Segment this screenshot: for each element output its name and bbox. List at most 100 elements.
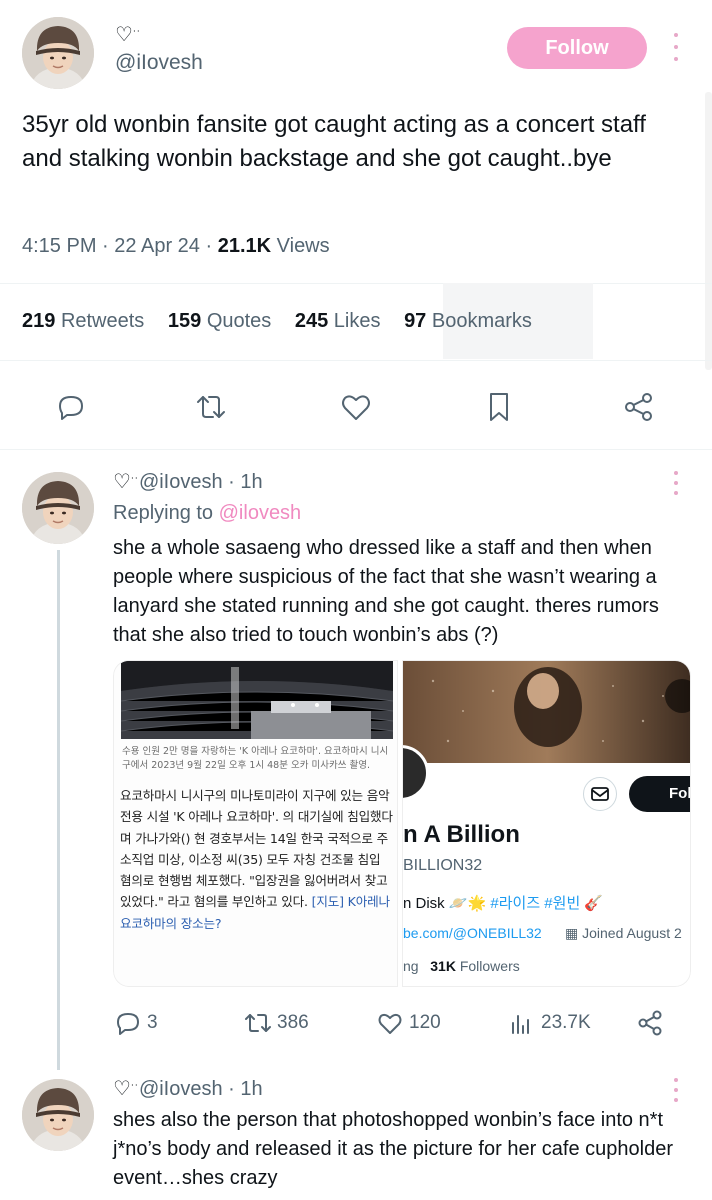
calendar-icon: ▦ (565, 925, 579, 941)
retweets-count: 219 (22, 310, 56, 332)
share-icon[interactable] (620, 388, 658, 426)
tweet-date[interactable]: 22 Apr 24 (114, 235, 200, 257)
tweet-actions (0, 380, 712, 432)
reply-icon[interactable] (52, 388, 90, 426)
views-icon (512, 1015, 529, 1034)
replying-handle-link[interactable]: @ilovesh (219, 502, 302, 524)
likes-label: Likes (333, 310, 381, 332)
profile-banner (403, 661, 690, 763)
reply-button[interactable]: 3 (113, 1004, 158, 1042)
like-count: 120 (409, 1012, 441, 1033)
retweet-button[interactable]: 386 (243, 1004, 309, 1042)
reply-avatar[interactable] (22, 1079, 94, 1151)
media-gallery: 수용 인원 2만 명을 자랑하는 'K 아레나 요코하마'. 요코하마시 니시구… (113, 660, 691, 987)
reply-icon (117, 1013, 139, 1035)
like-button[interactable]: 120 (375, 1004, 441, 1042)
message-icon[interactable] (583, 777, 617, 811)
bio-emojis: 🪐🌟 (448, 895, 487, 912)
retweet-count: 386 (277, 1012, 309, 1033)
profile-follow-button[interactable]: Fol (629, 776, 690, 812)
tweet-time[interactable]: 4:15 PM (22, 235, 96, 257)
user-info: ♡˙˙ @iIovesh (115, 24, 203, 76)
news-screenshot[interactable]: 수용 인원 2만 명을 자랑하는 'K 아레나 요코하마'. 요코하마시 니시구… (113, 660, 398, 987)
bio-guitar-emoji: 🎸 (584, 895, 604, 912)
meta-separator: · (205, 235, 213, 257)
heart-glyph: ♡ (115, 24, 133, 46)
stat-bookmarks[interactable]: 97 Bookmarks (404, 307, 532, 335)
name-dots: ˙˙ (132, 28, 141, 42)
reply-text: she a whole sasaeng who dressed like a s… (113, 537, 659, 646)
camera-icon[interactable] (665, 679, 690, 713)
stat-quotes[interactable]: 159 Quotes (168, 307, 271, 335)
main-tweet: ♡˙˙ @iIovesh Follow 35yr old wonbin fans… (0, 0, 712, 450)
retweet-icon[interactable] (192, 388, 230, 426)
profile-bio: n Disk 🪐🌟 #라이즈 #원빈 🎸 (403, 892, 603, 913)
bio-text: n Disk (403, 895, 445, 912)
stat-retweets[interactable]: 219 Retweets (22, 307, 144, 335)
bookmarks-label: Bookmarks (431, 310, 532, 332)
reply-age[interactable]: 1h (240, 471, 262, 493)
views-count: 21.1K (217, 235, 272, 257)
profile-handle: BILLION32 (403, 857, 483, 874)
heart-glyph: ♡ (113, 1078, 131, 1100)
like-icon (378, 1013, 402, 1034)
views-count: 23.7K (541, 1012, 591, 1033)
avatar[interactable] (22, 17, 94, 89)
followers-count: 31K (430, 958, 456, 974)
joined-text: Joined August 2 (582, 925, 682, 941)
more-options-icon[interactable] (669, 1078, 683, 1102)
divider (0, 360, 712, 361)
display-name[interactable]: ♡˙˙ (115, 24, 203, 48)
reply-age[interactable]: 1h (240, 1078, 262, 1100)
user-handle[interactable]: @iIovesh (115, 50, 203, 76)
heart-glyph: ♡ (113, 471, 131, 493)
bookmarks-count: 97 (404, 310, 427, 332)
meta-separator: · (228, 1078, 235, 1100)
quotes-label: Quotes (206, 310, 272, 332)
avatar-image (22, 1079, 94, 1151)
share-icon (638, 1010, 662, 1036)
reply-handle[interactable]: @iIovesh (139, 1078, 223, 1100)
name-dots: ˙˙ (130, 475, 139, 489)
profile-screenshot[interactable]: Fol n A Billion BILLION32 n Disk 🪐🌟 #라이즈… (402, 660, 691, 987)
more-options-icon[interactable] (669, 471, 683, 495)
follow-button[interactable]: Follow (507, 27, 647, 69)
retweet-icon (245, 1014, 271, 1032)
reply-text: shes also the person that photoshopped w… (113, 1109, 673, 1189)
reply-actions: 3 386 120 23.7K (113, 1004, 673, 1042)
reply-header: ♡˙˙@iIovesh · 1h (113, 469, 263, 495)
bookmark-icon[interactable] (480, 388, 518, 426)
arena-photo (121, 661, 393, 739)
stat-likes[interactable]: 245 Likes (295, 307, 381, 335)
divider (0, 283, 712, 284)
divider (0, 449, 712, 450)
reply-count: 3 (147, 1012, 158, 1033)
replying-prefix: Replying to (113, 502, 214, 524)
reply-header: ♡˙˙@iIovesh · 1h (113, 1076, 263, 1102)
followers-label: Followers (459, 958, 520, 974)
following-fragment: ng (403, 958, 419, 974)
bio-hashtags[interactable]: #라이즈 #원빈 (490, 895, 580, 912)
article-body: 요코하마시 니시구의 미나토미라이 지구에 있는 음악 전용 시설 'K 아레나… (120, 788, 393, 910)
avatar-image (22, 17, 94, 89)
reply-avatar[interactable] (22, 472, 94, 544)
profile-link[interactable]: be.com/@ONEBILL32 (403, 925, 542, 941)
meta-separator: · (102, 235, 109, 257)
article-text: 요코하마시 니시구의 미나토미라이 지구에 있는 음악 전용 시설 'K 아레나… (120, 785, 395, 934)
likes-count: 245 (294, 310, 329, 332)
meta-separator: · (228, 471, 235, 493)
profile-name: n A Billion (403, 821, 520, 848)
more-options-icon[interactable] (669, 33, 683, 61)
reply-handle[interactable]: @iIovesh (139, 471, 223, 493)
share-button[interactable] (635, 1004, 669, 1042)
profile-joined: ▦ Joined August 2 (565, 925, 682, 942)
thread-line (57, 550, 60, 1070)
avatar-image (22, 472, 94, 544)
retweets-label: Retweets (60, 310, 145, 332)
views-button[interactable]: 23.7K (507, 1004, 591, 1042)
profile-follow-stats: ng 31K Followers (403, 958, 520, 974)
replying-to: Replying to @ilovesh (113, 500, 301, 526)
photo-caption: 수용 인원 2만 명을 자랑하는 'K 아레나 요코하마'. 요코하마시 니시구… (122, 746, 389, 771)
tweet-meta: 4:15 PM · 22 Apr 24 · 21.1K Views (22, 232, 330, 260)
like-icon[interactable] (337, 388, 375, 426)
